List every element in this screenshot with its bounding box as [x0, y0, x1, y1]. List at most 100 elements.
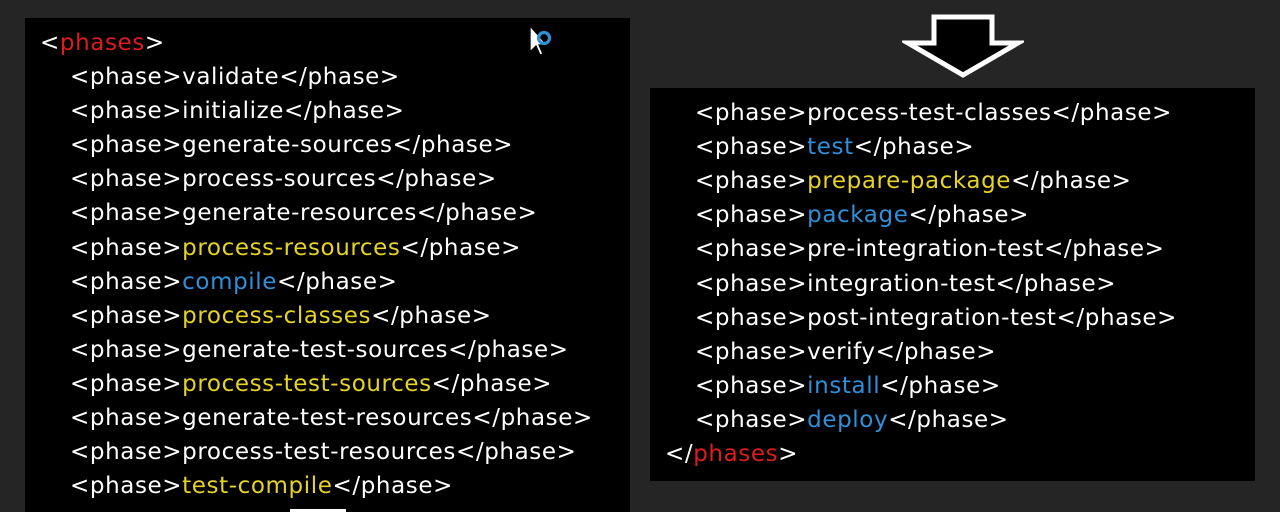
phase-line: <phase>verify</phase> [695, 335, 996, 369]
phase-open-tag: <phase> [695, 406, 808, 433]
root-tag-name-close: phases [693, 441, 779, 467]
phase-open-tag: <phase> [70, 439, 183, 466]
phase-name: deploy [807, 406, 889, 433]
left-code-panel: <phases> <phase>validate</phase> <phase>i… [25, 18, 630, 512]
phase-close-tag: </phase> [472, 405, 593, 431]
phase-close-tag: </phase> [376, 166, 497, 193]
screen: <phases> <phase>validate</phase> <phase>i… [0, 0, 1280, 512]
phase-close-tag: </phase> [1011, 168, 1132, 195]
phase-open-tag: <phase> [695, 372, 808, 399]
phase-line: <phase>deploy</phase> [695, 403, 1009, 437]
phase-name: install [807, 372, 881, 399]
phase-open-tag: <phase> [695, 100, 808, 126]
phase-line: <phase>process-test-resources</phase> [70, 435, 576, 469]
phase-name: process-classes [182, 302, 372, 329]
phase-open-tag: <phase> [70, 64, 183, 90]
phase-name: integration-test [807, 270, 996, 297]
phase-close-tag: </phase> [455, 439, 577, 466]
phases-close-tag-line: </phases> [665, 437, 798, 471]
phase-close-tag: </phase> [1056, 304, 1178, 331]
phase-open-tag: <phase> [695, 338, 808, 365]
phase-open-tag: <phase> [70, 200, 183, 227]
phase-open-tag: <phase> [70, 473, 183, 500]
phase-open-tag: <phase> [70, 302, 183, 329]
phase-name: compile [182, 268, 278, 295]
phase-close-tag: </phase> [995, 270, 1117, 297]
phase-close-tag: </phase> [279, 64, 400, 90]
phase-close-tag: </phase> [875, 338, 997, 365]
phase-name: package [807, 202, 909, 229]
phase-close-tag: </phase> [371, 302, 492, 329]
phase-close-tag: </phase> [1051, 100, 1173, 126]
phase-line: <phase>process-sources</phase> [70, 162, 497, 196]
phase-name: process-test-sources [182, 370, 432, 397]
close-bracket: > [144, 30, 165, 56]
phase-line: <phase>prepare-package</phase> [695, 164, 1132, 198]
phase-open-tag: <phase> [70, 132, 183, 159]
phase-name: generate-resources [182, 200, 417, 227]
phase-close-tag: </phase> [277, 268, 398, 295]
phase-line: <phase>generate-resources</phase> [70, 196, 537, 230]
phase-close-tag: </phase> [431, 370, 553, 397]
phase-open-tag: <phase> [70, 166, 183, 193]
down-arrow-icon [902, 14, 1024, 78]
phase-line: <phase>generate-test-sources</phase> [70, 333, 569, 367]
phase-open-tag: <phase> [695, 304, 808, 331]
phase-close-tag: </phase> [908, 202, 1029, 229]
phase-line: <phase>initialize</phase> [70, 94, 405, 128]
phase-close-tag: </phase> [416, 200, 538, 227]
phase-close-tag: </phase> [1043, 236, 1165, 263]
phase-name: process-resources [182, 234, 401, 261]
phase-line: <phase>test</phase> [695, 130, 974, 164]
phase-name: post-integration-test [807, 304, 1057, 331]
phase-close-tag: </phase> [888, 406, 1009, 433]
phase-name: prepare-package [807, 168, 1012, 195]
phase-close-tag: </phase> [448, 336, 569, 363]
phase-line: <phase>test-compile</phase> [70, 469, 453, 503]
phase-line: <phase>process-classes</phase> [70, 299, 492, 333]
phase-line: <phase>package</phase> [695, 198, 1029, 232]
phase-close-tag: </phase> [400, 234, 522, 261]
phase-line: <phase>generate-test-resources</phase> [70, 401, 593, 435]
phase-close-tag: </phase> [284, 98, 405, 125]
phase-line: <phase>generate-sources</phase> [70, 128, 513, 162]
phase-name: test [807, 134, 854, 161]
phase-name: generate-test-sources [182, 336, 449, 363]
phase-line: <phase>compile</phase> [70, 265, 398, 299]
phase-name: process-test-classes [807, 100, 1052, 126]
end-open-bracket: </ [665, 441, 694, 467]
phase-name: initialize [182, 98, 285, 125]
phase-open-tag: <phase> [695, 168, 808, 195]
root-tag-name: phases [59, 30, 145, 56]
phase-close-tag: </phase> [332, 473, 453, 500]
phase-name: process-test-resources [182, 439, 456, 466]
phase-line: <phase>validate</phase> [70, 60, 400, 94]
phases-open-tag-line: <phases> [40, 26, 165, 60]
phase-name: verify [807, 338, 876, 365]
phase-open-tag: <phase> [70, 405, 183, 431]
phase-open-tag: <phase> [695, 134, 808, 161]
phase-name: process-sources [182, 166, 377, 193]
phase-line: <phase>integration-test</phase> [695, 267, 1116, 301]
phase-line: <phase>install</phase> [695, 369, 1001, 403]
phase-name: validate [182, 64, 280, 90]
phase-close-tag: </phase> [880, 372, 1001, 399]
right-code-panel: <phase>process-test-classes</phase> <phas… [650, 88, 1255, 481]
phase-line: <phase>post-integration-test</phase> [695, 301, 1177, 335]
phase-open-tag: <phase> [70, 98, 183, 125]
phase-name: pre-integration-test [807, 236, 1044, 263]
phase-name: generate-test-resources [182, 405, 473, 431]
phase-name: test-compile [182, 473, 333, 500]
phase-open-tag: <phase> [695, 270, 808, 297]
phase-open-tag: <phase> [695, 202, 808, 229]
phase-open-tag: <phase> [70, 336, 183, 363]
close-bracket: > [778, 441, 799, 467]
phase-open-tag: <phase> [70, 234, 183, 261]
open-bracket: < [40, 30, 60, 56]
phase-line: <phase>process-test-classes</phase> [695, 96, 1172, 130]
phase-line: <phase>pre-integration-test</phase> [695, 232, 1164, 266]
phase-line: <phase>process-resources</phase> [70, 231, 521, 265]
busy-cursor-icon [529, 24, 552, 56]
phase-open-tag: <phase> [70, 370, 183, 397]
phase-line: <phase>process-test-sources</phase> [70, 367, 552, 401]
